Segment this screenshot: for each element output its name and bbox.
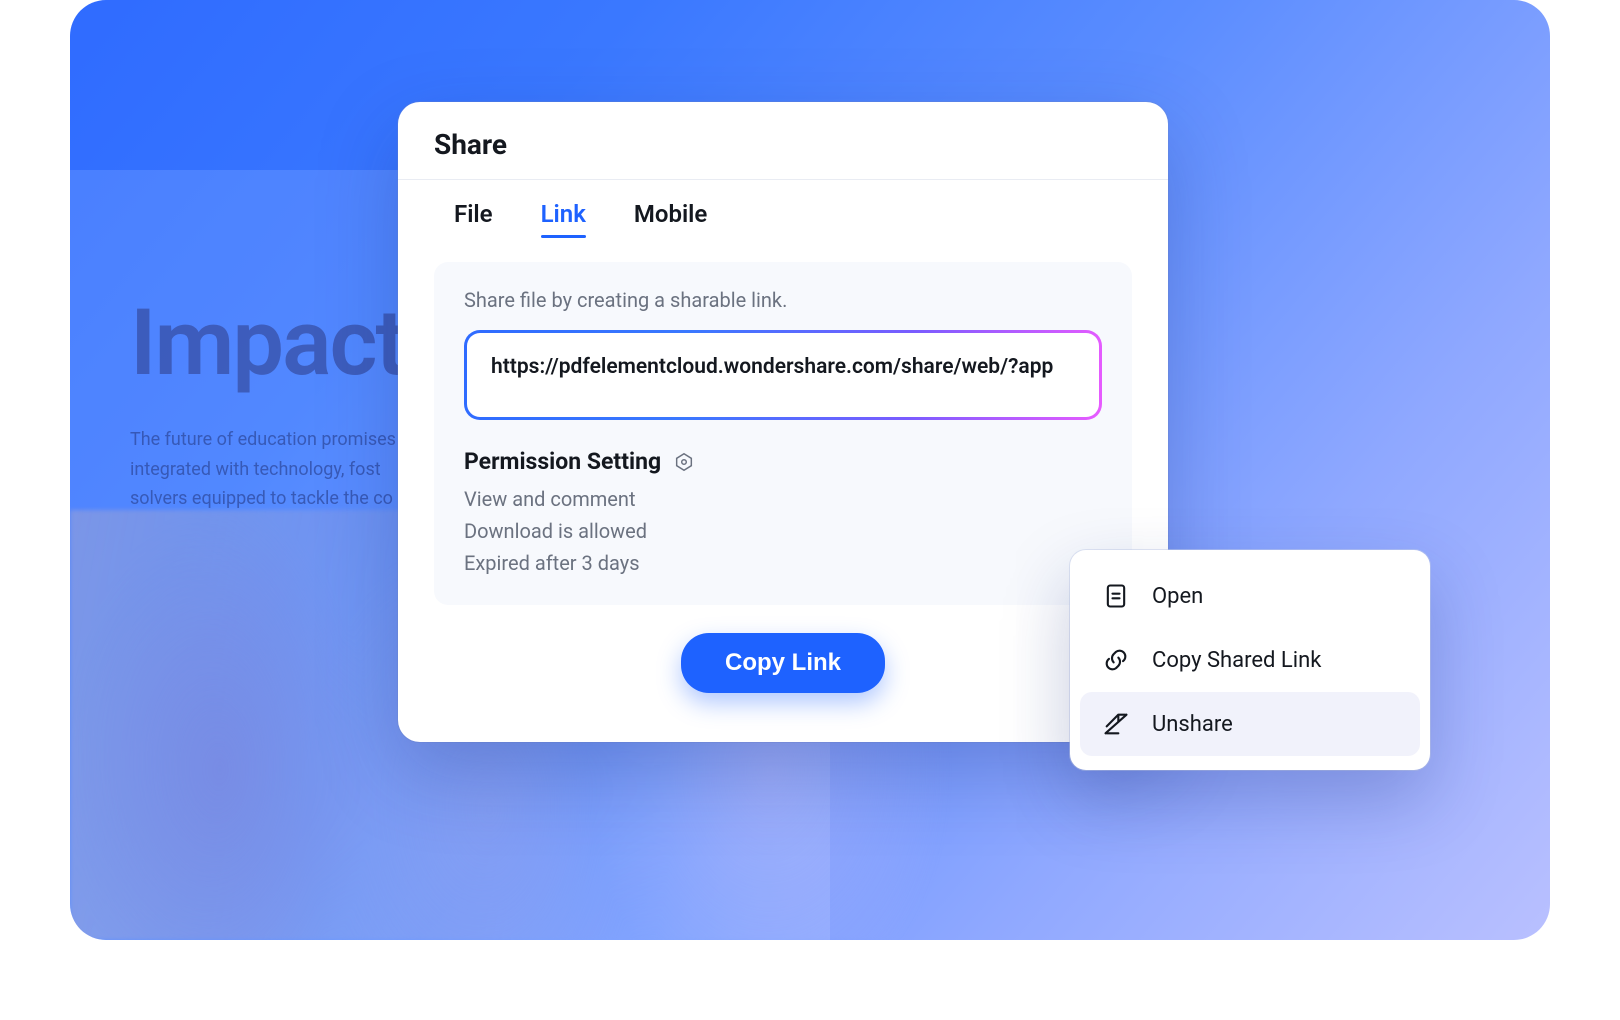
unshare-icon	[1102, 710, 1130, 738]
copy-link-button[interactable]: Copy Link	[681, 633, 885, 693]
menu-item-copy-shared-link[interactable]: Copy Shared Link	[1080, 628, 1420, 692]
tab-file[interactable]: File	[454, 200, 493, 238]
permission-settings-icon[interactable]	[673, 451, 695, 473]
share-tabs: File Link Mobile	[398, 180, 1168, 238]
share-hint: Share file by creating a sharable link.	[464, 288, 1102, 312]
menu-item-open[interactable]: Open	[1080, 564, 1420, 628]
tab-link[interactable]: Link	[541, 200, 586, 238]
permission-item: Expired after 3 days	[464, 551, 1102, 575]
permission-list: View and comment Download is allowed Exp…	[464, 487, 1102, 575]
menu-item-label: Unshare	[1152, 712, 1233, 737]
dialog-header: Share	[398, 102, 1168, 180]
dialog-title: Share	[434, 128, 1132, 161]
permission-heading-row: Permission Setting	[464, 448, 1102, 475]
app-stage: Impact The future of education promises …	[70, 0, 1550, 940]
link-panel: Share file by creating a sharable link. …	[434, 262, 1132, 605]
permission-heading: Permission Setting	[464, 448, 661, 475]
menu-item-label: Open	[1152, 584, 1203, 609]
permission-item: View and comment	[464, 487, 1102, 511]
tab-mobile[interactable]: Mobile	[634, 200, 707, 238]
link-icon	[1102, 646, 1130, 674]
menu-item-unshare[interactable]: Unshare	[1080, 692, 1420, 756]
menu-item-label: Copy Shared Link	[1152, 648, 1321, 673]
share-dialog: Share File Link Mobile Share file by cre…	[398, 102, 1168, 742]
permission-item: Download is allowed	[464, 519, 1102, 543]
share-link-value: https://pdfelementcloud.wondershare.com/…	[467, 333, 1099, 417]
share-link-field[interactable]: https://pdfelementcloud.wondershare.com/…	[464, 330, 1102, 420]
file-icon	[1102, 582, 1130, 610]
context-menu: Open Copy Shared Link Unshare	[1070, 550, 1430, 770]
